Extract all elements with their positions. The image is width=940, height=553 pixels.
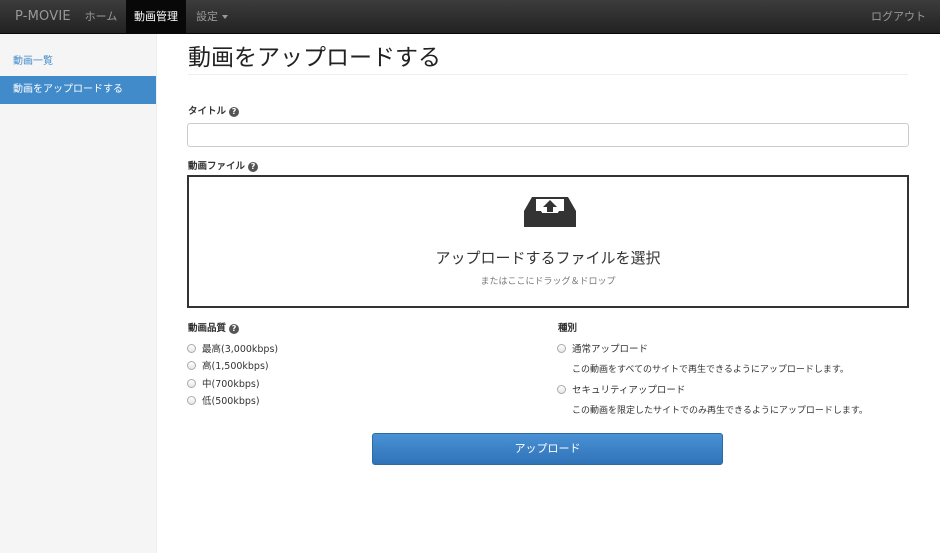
dropzone-main-text: アップロードするファイルを選択 <box>435 249 661 267</box>
file-dropzone[interactable]: アップロードするファイルを選択 またはここにドラッグ＆ドロップ <box>187 175 909 308</box>
radio-button[interactable] <box>187 379 196 388</box>
quality-label: 動画品質? <box>188 320 240 334</box>
navbar: P-MOVIE ホーム 動画管理 設定 ログアウト <box>0 0 940 34</box>
title-divider <box>188 74 908 75</box>
sidebar-item-upload-video[interactable]: 動画をアップロードする <box>0 76 156 104</box>
radio-button[interactable] <box>187 344 196 353</box>
type-option-label: セキュリティアップロード <box>572 385 686 396</box>
page-title: 動画をアップロードする <box>188 45 441 71</box>
upload-button[interactable]: アップロード <box>372 433 723 465</box>
quality-option-label: 最高(3,000kbps) <box>202 344 279 355</box>
file-field-label: 動画ファイル? <box>188 158 259 172</box>
sidebar-item-video-list[interactable]: 動画一覧 <box>0 48 156 76</box>
upload-tray-icon <box>524 197 576 227</box>
dropzone-sub-text: またはここにドラッグ＆ドロップ <box>480 277 616 287</box>
radio-button[interactable] <box>557 344 566 353</box>
radio-button[interactable] <box>557 385 566 394</box>
quality-option-label: 低(500kbps) <box>202 396 260 407</box>
type-option-description: この動画をすべてのサイトで再生できるようにアップロードします。 <box>572 365 849 375</box>
type-option-normal[interactable]: 通常アップロード <box>557 343 648 357</box>
question-circle-icon[interactable]: ? <box>229 323 240 334</box>
question-circle-icon[interactable]: ? <box>229 106 240 117</box>
sidebar: 動画一覧 動画をアップロードする <box>0 34 157 553</box>
radio-button[interactable] <box>187 361 196 370</box>
title-field-label-text: タイトル <box>188 106 227 117</box>
brand-logo[interactable]: P-MOVIE <box>15 0 71 34</box>
radio-button[interactable] <box>187 396 196 405</box>
title-input[interactable] <box>187 123 909 147</box>
nav-video-management[interactable]: 動画管理 <box>126 0 186 34</box>
type-option-security[interactable]: セキュリティアップロード <box>557 384 685 398</box>
nav-settings-label: 設定 <box>196 10 218 23</box>
title-field-label: タイトル? <box>188 103 240 117</box>
type-option-label: 通常アップロード <box>572 344 649 355</box>
file-field-label-text: 動画ファイル <box>188 161 246 172</box>
quality-option-highest[interactable]: 最高(3,000kbps) <box>187 343 278 357</box>
nav-settings-dropdown[interactable]: 設定 <box>196 0 228 34</box>
type-label: 種別 <box>558 323 578 334</box>
quality-option-label: 高(1,500kbps) <box>202 361 269 372</box>
quality-option-high[interactable]: 高(1,500kbps) <box>187 360 269 374</box>
quality-label-text: 動画品質 <box>188 323 227 334</box>
question-circle-icon[interactable]: ? <box>248 161 259 172</box>
caret-down-icon <box>222 15 228 19</box>
nav-home[interactable]: ホーム <box>77 0 125 34</box>
logout-link[interactable]: ログアウト <box>871 0 926 34</box>
type-option-description: この動画を限定したサイトでのみ再生できるようにアップロードします。 <box>572 406 868 416</box>
quality-option-medium[interactable]: 中(700kbps) <box>187 378 260 392</box>
quality-option-low[interactable]: 低(500kbps) <box>187 395 260 409</box>
quality-option-label: 中(700kbps) <box>202 379 260 390</box>
